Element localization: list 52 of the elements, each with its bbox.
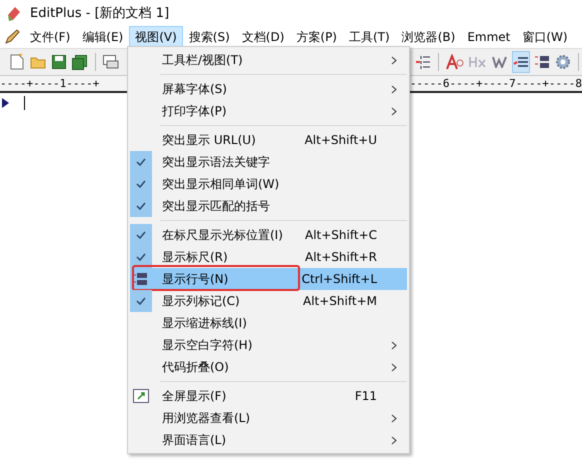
- menu-item[interactable]: 屏幕字体(S): [130, 78, 407, 100]
- menu-bar-item[interactable]: 窗口(W): [516, 26, 574, 48]
- menu-item[interactable]: 在标尺显示光标位置(I) Alt+Shift+C: [130, 224, 407, 246]
- menu-item[interactable]: 显示行号(N) Ctrl+Shift+L: [130, 268, 407, 290]
- menu-item[interactable]: 突出显示匹配的括号: [130, 195, 407, 217]
- menu-bar-item[interactable]: 文档(D): [236, 26, 290, 48]
- menu-item[interactable]: 界面语言(L): [130, 429, 407, 451]
- menu-item[interactable]: 用浏览器查看(L): [130, 407, 407, 429]
- ruler-marks: ----+----1----+: [0, 77, 100, 90]
- settings-icon: [555, 54, 572, 70]
- line-guides-icon: [513, 56, 530, 68]
- app-logo-icon: [6, 5, 22, 21]
- menu-item[interactable]: 突出显示语法关键字: [130, 151, 407, 173]
- hex-icon: [468, 56, 487, 68]
- pencil-icon: [4, 29, 20, 45]
- toolbar-button[interactable]: [512, 51, 530, 73]
- ruler-marks: -----6----+----7----+----8: [410, 77, 582, 90]
- menu-item[interactable]: 显示标尺(R) Alt+Shift+R: [130, 246, 407, 268]
- check-icon: [136, 180, 146, 188]
- line-numbers-icon: [134, 272, 148, 286]
- window-title: EditPlus - [新的文档 1]: [30, 5, 170, 22]
- menu-bar-item[interactable]: Emmet: [461, 27, 516, 47]
- check-icon: [136, 297, 146, 305]
- menu-bar-item[interactable]: 文件(F): [24, 26, 76, 48]
- new-file-icon: [10, 54, 24, 70]
- menu-item[interactable]: 打印字体(P): [130, 100, 407, 122]
- menu-item[interactable]: 全屏显示(F) F11: [130, 385, 407, 407]
- cursor-line-marker-icon: [2, 98, 10, 108]
- menu-item[interactable]: 显示空白字符(H): [130, 334, 407, 356]
- check-icon: [136, 253, 146, 261]
- menu-bar-item[interactable]: 编辑(E): [76, 26, 130, 48]
- menu-item[interactable]: 突出显示 URL(U) Alt+Shift+U: [130, 129, 407, 151]
- menu-bar-item[interactable]: 工具(T): [343, 26, 396, 48]
- numbered-list-icon: [415, 55, 432, 69]
- menu-item[interactable]: 代码折叠(O): [130, 356, 407, 378]
- window-icon: [103, 55, 120, 69]
- menu-bar-item[interactable]: 方案(P): [290, 26, 343, 48]
- check-icon: [136, 231, 146, 239]
- floppy-disks-icon: [72, 54, 88, 70]
- menu-item[interactable]: 显示列标记(C) Alt+Shift+M: [130, 290, 407, 312]
- text-caret: [24, 96, 25, 110]
- check-icon: [136, 158, 146, 166]
- menu-bar-item[interactable]: 浏览器(B): [396, 26, 462, 48]
- line-numbers-icon: [534, 55, 550, 69]
- menu-bar-item[interactable]: 搜索(S): [182, 26, 236, 48]
- fullscreen-icon: [133, 389, 149, 403]
- folder-icon: [30, 55, 46, 69]
- menu-item[interactable]: 显示缩进标线(I): [130, 312, 407, 334]
- word-wrap-icon: [492, 56, 508, 68]
- font-size-icon: [446, 54, 464, 70]
- menu-item[interactable]: 突出显示相同单词(W): [130, 173, 407, 195]
- check-icon: [136, 202, 146, 210]
